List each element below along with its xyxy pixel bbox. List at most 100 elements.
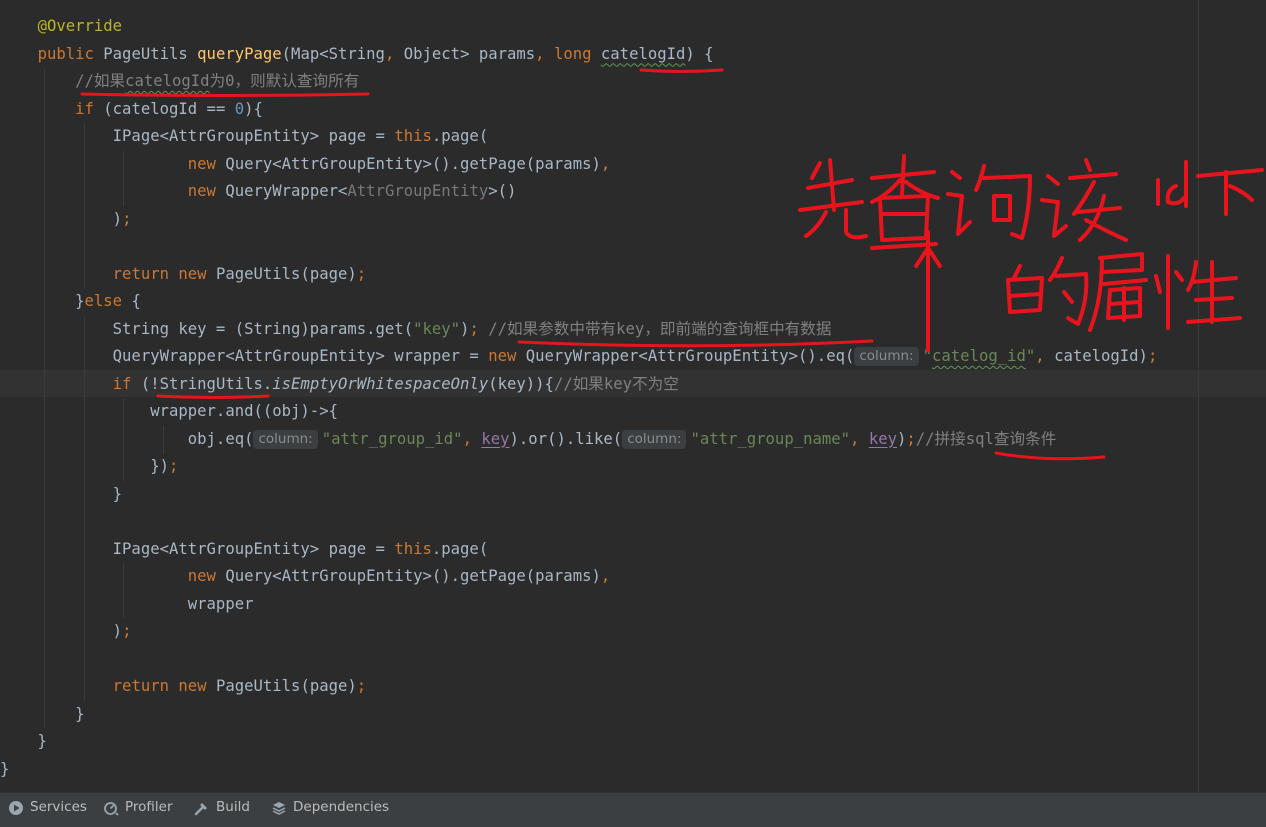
underline-catelogId-param (639, 68, 724, 73)
tool-tab-profiler[interactable]: Profiler (103, 793, 173, 822)
code-token: PageUtils(page) (215, 264, 357, 283)
code-token: , (600, 154, 611, 173)
code-token: .page( (431, 539, 489, 558)
code-token: key (481, 429, 510, 448)
code-token: , (600, 567, 611, 585)
code-token: if (75, 99, 104, 118)
code-line-22: wrapper (0, 591, 254, 618)
code-line-8: ); (0, 206, 132, 233)
code-token: obj.eq( (0, 429, 254, 448)
code-token: " (922, 347, 932, 365)
code-token: } (0, 732, 47, 750)
code-token: wrapper (0, 594, 254, 613)
code-token: }) (0, 457, 169, 475)
tool-tab-services[interactable]: Services (8, 793, 87, 822)
build-icon (194, 802, 207, 815)
code-token: ; (356, 677, 367, 695)
parameter-hint: column: (253, 429, 318, 449)
code-token: >() (488, 182, 517, 200)
code-token: long (553, 44, 601, 63)
code-token: " (1025, 347, 1036, 365)
code-line-23: ); (0, 618, 132, 645)
code-line-20: IPage<AttrGroupEntity> page = this.page( (0, 536, 489, 563)
code-token: ; (169, 457, 179, 475)
code-token: catelogId (125, 72, 210, 90)
code-token: ).or().like( (509, 429, 623, 448)
code-token: this (394, 127, 432, 145)
tool-tab-dependencies[interactable]: Dependencies (271, 793, 389, 822)
code-token: Query<AttrGroupEntity>().getPage(params) (225, 154, 601, 173)
code-line-25: return new PageUtils(page); (0, 673, 367, 700)
code-token: } (0, 759, 10, 778)
services-icon (9, 800, 23, 815)
code-line-3: //如果catelogId为0，则默认查询所有 (0, 68, 359, 95)
code-token: , (850, 429, 869, 448)
code-token: catelogId (600, 44, 686, 63)
code-line-16: obj.eq(column: "attr_group_id", key).or()… (0, 426, 1056, 453)
right-margin-guide (1198, 0, 1199, 792)
code-token: //如果key不为空 (553, 374, 679, 393)
code-token: PageUtils (103, 44, 198, 63)
code-token: ; (122, 209, 132, 228)
code-token: //如果 (75, 72, 126, 90)
code-token: public (37, 44, 104, 63)
code-token: ; (1147, 347, 1158, 365)
code-token: Query<AttrGroupEntity>().getPage(params) (225, 567, 601, 585)
status-bar (0, 821, 1266, 827)
code-token: new (187, 567, 226, 585)
code-token: (catelogId == (103, 99, 235, 118)
code-token: ) (0, 622, 123, 640)
tool-tab-build[interactable]: Build (194, 793, 250, 822)
code-token: QueryWrapper< (225, 182, 348, 200)
code-token: 为0，则默认查询所有 (209, 72, 360, 90)
code-token: "attr_group_id" (321, 429, 463, 448)
code-line-12: String key = (String)params.get("key"); … (0, 316, 832, 343)
code-line-7: new QueryWrapper<AttrGroupEntity>() (0, 178, 517, 205)
code-token: } (0, 292, 85, 310)
code-token: QueryWrapper<AttrGroupEntity>().eq( (525, 347, 855, 365)
code-token: ; (906, 429, 916, 448)
code-line-1: @Override (0, 13, 123, 40)
code-token: IPage<AttrGroupEntity> page = (0, 539, 395, 558)
profiler-icon (104, 801, 119, 816)
code-token: String key = (String)params.get( (0, 319, 414, 338)
code-editor[interactable]: @Override public PageUtils queryPage(Map… (0, 0, 1266, 792)
code-token: , (535, 44, 554, 63)
code-token: //如果参数中带有key，即前端的查询框中有数据 (488, 319, 832, 338)
code-token: //拼接sql查询条件 (915, 429, 1057, 448)
parameter-hint: column: (854, 347, 919, 366)
code-token: AttrGroupEntity (347, 182, 489, 200)
code-line-10: return new PageUtils(page); (0, 261, 367, 288)
code-token: ) { (685, 44, 714, 63)
code-line-17: }); (0, 453, 178, 480)
code-line-11: }else { (0, 288, 141, 315)
code-token: catelog_id (932, 347, 1026, 365)
code-token: this (394, 539, 432, 558)
tool-window-bar: Services Profiler Build Dependencies (0, 792, 1266, 822)
code-token: .page( (431, 127, 489, 145)
code-token: } (0, 484, 123, 503)
tool-tab-services-label: Services (30, 799, 87, 815)
code-token: @Override (37, 17, 123, 35)
code-token: (key)){ (488, 374, 554, 393)
code-token: , (384, 44, 404, 63)
code-line-26: } (0, 701, 84, 728)
code-token: isEmptyOrWhitespaceOnly (272, 374, 489, 393)
code-token: ; (356, 264, 367, 283)
code-line-15: wrapper.and((obj)->{ (0, 398, 338, 425)
code-line-13: QueryWrapper<AttrGroupEntity> wrapper = … (0, 343, 1157, 370)
code-token: queryPage (197, 44, 282, 63)
code-token: Object> params (403, 44, 536, 63)
code-token: PageUtils(page) (215, 677, 357, 695)
code-line-28: } (0, 756, 9, 783)
code-token: key (868, 429, 897, 448)
